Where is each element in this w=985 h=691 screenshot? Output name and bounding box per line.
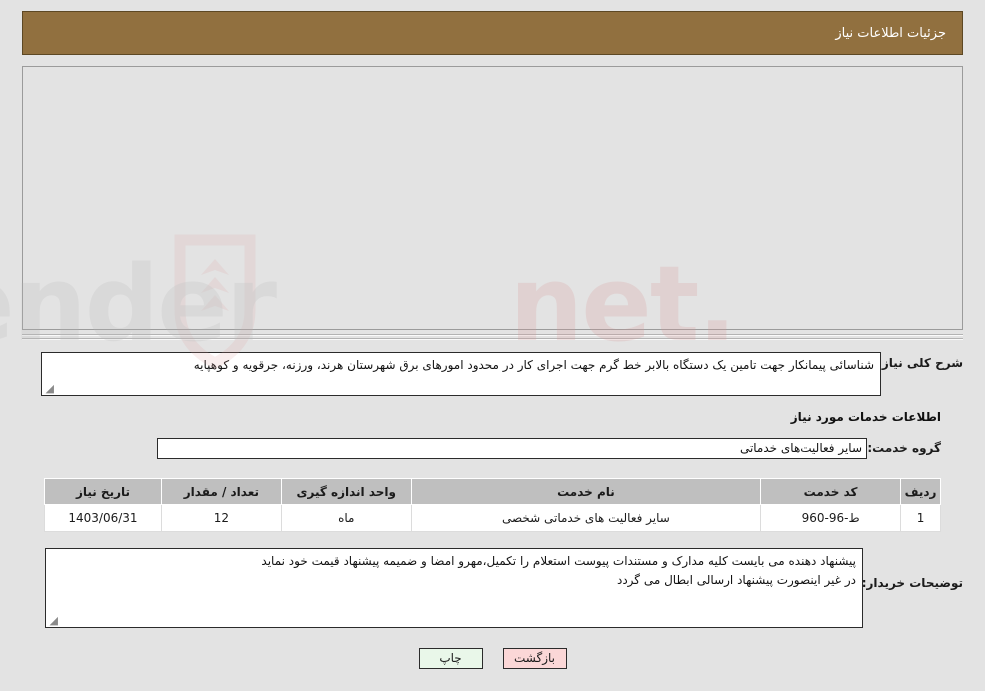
cell-quantity: 12 xyxy=(160,504,282,532)
row-buyer-notes: توضیحات خریدار: پیشنهاد دهنده می بایست ک… xyxy=(45,548,963,628)
page-root: AriaTender .net جزئیات اطلاعات نیاز شمار… xyxy=(0,0,985,691)
resize-grip-icon: ◢ xyxy=(49,614,58,627)
resize-grip-icon: ◢ xyxy=(45,382,54,395)
row-service-group: گروه خدمت: سایر فعالیت‌های خدماتی xyxy=(157,437,941,459)
print-button[interactable]: چاپ xyxy=(418,648,483,669)
col-code: کد خدمت xyxy=(760,478,902,505)
page-header: جزئیات اطلاعات نیاز xyxy=(22,11,963,55)
general-description-label: شرح کلی نیاز: xyxy=(877,356,963,370)
services-table: ردیف کد خدمت نام خدمت واحد اندازه گیری ت… xyxy=(44,478,941,532)
service-group-label: گروه خدمت: xyxy=(867,441,941,455)
buyer-notes-line-2: در غیر اینصورت پیشنهاد ارسالی ابطال می گ… xyxy=(616,573,856,587)
general-description-textarea[interactable]: شناسائی پیمانکار جهت تامین یک دستگاه بال… xyxy=(41,352,881,396)
service-group-value: سایر فعالیت‌های خدماتی xyxy=(157,437,867,459)
table-row: 1 ط-96-960 سایر فعالیت های خدماتی شخصی م… xyxy=(44,504,941,532)
buyer-notes-line-1: پیشنهاد دهنده می بایست کلیه مدارک و مستن… xyxy=(261,554,856,568)
cell-code: ط-96-960 xyxy=(760,504,902,532)
buyer-notes-label: توضیحات خریدار: xyxy=(861,576,963,590)
back-button[interactable]: بازگشت xyxy=(502,648,567,669)
footer-button-bar: بازگشت چاپ xyxy=(0,648,985,669)
row-general-description: شرح کلی نیاز: شناسائی پیمانکار جهت تامین… xyxy=(41,352,963,396)
general-description-text: شناسائی پیمانکار جهت تامین یک دستگاه بال… xyxy=(193,358,874,372)
cell-name: سایر فعالیت های خدماتی شخصی xyxy=(410,504,762,532)
table-header-row: ردیف کد خدمت نام خدمت واحد اندازه گیری ت… xyxy=(44,478,941,505)
cell-need-date: 1403/06/31 xyxy=(44,504,162,532)
col-need-date: تاریخ نیاز xyxy=(44,478,162,505)
need-info-panel xyxy=(22,66,963,330)
col-quantity: تعداد / مقدار xyxy=(160,478,282,505)
services-section-title: اطلاعات خدمات مورد نیاز xyxy=(790,410,941,424)
services-table-wrapper: ردیف کد خدمت نام خدمت واحد اندازه گیری ت… xyxy=(44,478,941,532)
cell-unit: ماه xyxy=(280,504,412,532)
col-unit: واحد اندازه گیری xyxy=(280,478,412,505)
col-name: نام خدمت xyxy=(410,478,762,505)
buyer-notes-textarea[interactable]: پیشنهاد دهنده می بایست کلیه مدارک و مستن… xyxy=(45,548,863,628)
col-index: ردیف xyxy=(900,478,941,505)
cell-index: 1 xyxy=(900,504,941,532)
page-title: جزئیات اطلاعات نیاز xyxy=(835,25,946,41)
